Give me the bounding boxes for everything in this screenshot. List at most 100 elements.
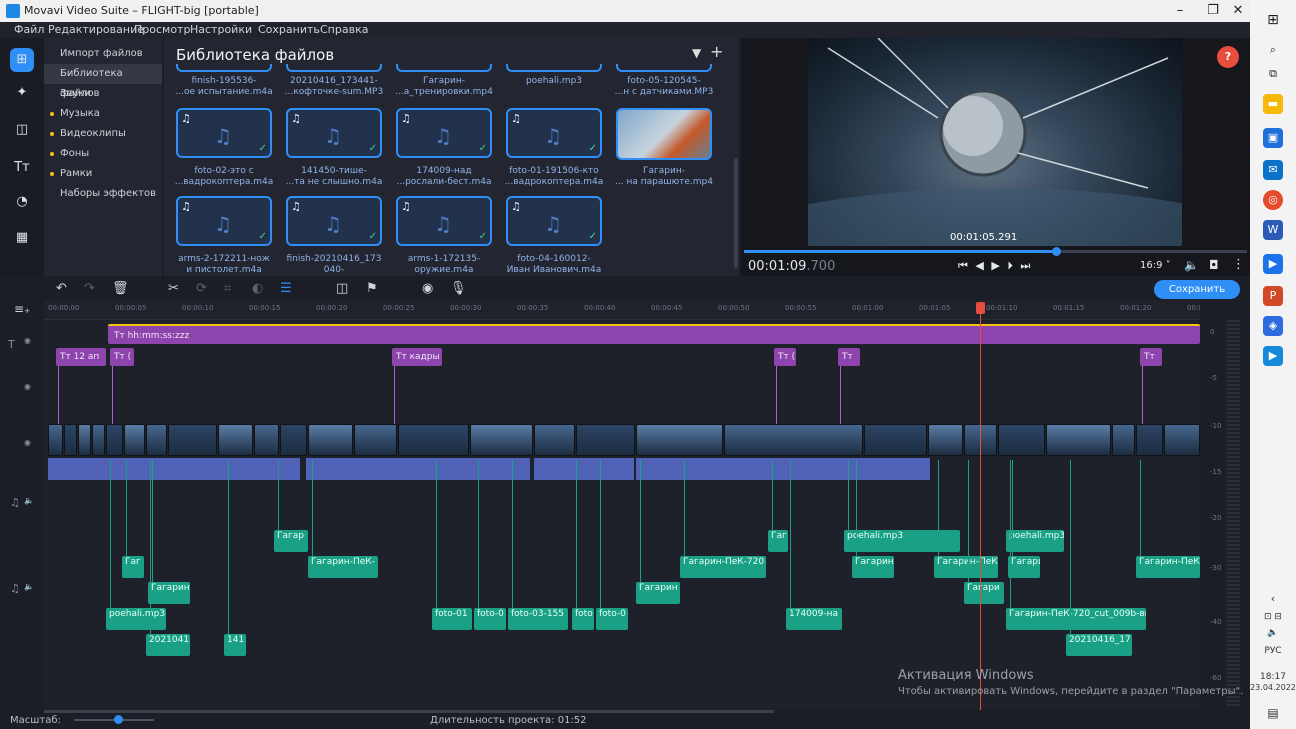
add-track-icon[interactable]: ≡₊	[14, 302, 30, 316]
transitions-tool-icon[interactable]: ◫	[10, 118, 34, 142]
video-clip[interactable]	[928, 424, 963, 456]
audio-clip[interactable]: foto-0	[474, 608, 506, 630]
library-audio-tile[interactable]: ♫ ♫ ✓	[396, 196, 492, 246]
library-audio-tile[interactable]: ♫ ♫ ✓	[286, 196, 382, 246]
audio-clip[interactable]: foto-03-155	[508, 608, 568, 630]
playhead-handle[interactable]	[976, 302, 985, 314]
category-music[interactable]: Музыка	[44, 104, 162, 124]
library-video-tile[interactable]	[616, 108, 712, 160]
audio-clip[interactable]: poehali.mp3	[106, 608, 166, 630]
video-clip[interactable]	[64, 424, 77, 456]
crop-icon[interactable]: ⌗	[224, 281, 231, 296]
audio-clip[interactable]: Гагарин-ПеК	[934, 556, 998, 578]
audio-clip[interactable]: 174009-нa	[786, 608, 842, 630]
voiceover-icon[interactable]: 🎙	[450, 281, 467, 296]
category-import[interactable]: Импорт файлов	[44, 44, 162, 64]
category-videoclips[interactable]: Видеоклипы	[44, 124, 162, 144]
store-icon[interactable]: ▣	[1263, 128, 1283, 148]
clock-date[interactable]: 23.04.2022	[1250, 683, 1296, 692]
save-button[interactable]: Сохранить	[1154, 280, 1240, 299]
video-clip[interactable]	[576, 424, 635, 456]
overlay-track-visibility-icon[interactable]: ◉	[24, 382, 31, 391]
video-preview[interactable]: 00:01:05.291	[808, 38, 1182, 246]
clock-time[interactable]: 18:17	[1250, 672, 1296, 682]
category-effect-sets[interactable]: Наборы эффектов	[44, 184, 162, 204]
more-tools-icon[interactable]: ▦	[10, 226, 34, 250]
title-clip[interactable]: Tт 12 ап	[56, 348, 106, 366]
audio-clip[interactable]: poehali.mp3	[844, 530, 960, 552]
filter-icon[interactable]: ▼	[692, 46, 701, 60]
timeline-ruler[interactable]: 00:00:00 00:00:05 00:00:10 00:00:15 00:00:20…	[44, 300, 1203, 320]
video-clip[interactable]	[218, 424, 253, 456]
audio-clip[interactable]: Гагарин-ПеК-720	[680, 556, 766, 578]
audio-clip[interactable]: 20210416_17	[1066, 634, 1132, 656]
video-clip[interactable]	[254, 424, 279, 456]
color-icon[interactable]: ◐	[252, 281, 263, 296]
library-audio-tile[interactable]: ♫ ♫ ✓	[506, 108, 602, 158]
title-clip[interactable]: Tт кадры	[392, 348, 442, 366]
library-tile-partial[interactable]	[176, 64, 272, 72]
more-menu-icon[interactable]: ⋮	[1232, 257, 1245, 272]
library-audio-tile[interactable]: ♫ ♫ ✓	[176, 108, 272, 158]
rotate-icon[interactable]: ⟳	[196, 281, 207, 296]
mail-icon[interactable]: ✉	[1263, 160, 1283, 180]
video-clip[interactable]	[1112, 424, 1135, 456]
menu-edit[interactable]: Редактирование	[48, 23, 144, 36]
skip-start-icon[interactable]: ⏮	[958, 259, 970, 272]
video-clip[interactable]	[168, 424, 217, 456]
webcam-icon[interactable]: ◉	[422, 281, 433, 296]
video-clip[interactable]	[864, 424, 927, 456]
library-tile-partial[interactable]	[616, 64, 712, 72]
chrome-icon[interactable]: ◎	[1263, 190, 1283, 210]
video-clip[interactable]	[78, 424, 91, 456]
import-tool-icon[interactable]: ⊞	[10, 48, 34, 72]
marker-icon[interactable]: ⚑	[366, 281, 378, 296]
library-tile-partial[interactable]	[506, 64, 602, 72]
video-clip[interactable]	[1136, 424, 1163, 456]
timeline-scrollbar[interactable]	[44, 710, 774, 713]
undo-icon[interactable]: ↶	[56, 281, 67, 296]
audio-clip[interactable]: foto-01	[432, 608, 472, 630]
aspect-ratio-select[interactable]: 16:9 ˅	[1140, 260, 1171, 271]
cut-icon[interactable]: ✂	[168, 281, 179, 296]
delete-icon[interactable]: 🗑	[112, 281, 129, 296]
skip-end-icon[interactable]: ⏭	[1020, 259, 1032, 272]
audio-clip[interactable]: 141	[224, 634, 246, 656]
video-clip[interactable]	[998, 424, 1045, 456]
library-audio-tile[interactable]: ♫ ♫ ✓	[506, 196, 602, 246]
audio-clip[interactable]: foto	[572, 608, 594, 630]
stickers-tool-icon[interactable]: ◔	[10, 190, 34, 214]
movavi-icon[interactable]: ▶	[1263, 254, 1283, 274]
start-icon[interactable]: ⊞	[1263, 10, 1283, 30]
search-icon[interactable]: ⌕	[1263, 40, 1283, 60]
video-clip[interactable]	[106, 424, 123, 456]
timeline-tracks[interactable]: Tт hh:mm:ss:zzz Tт 12 ап Tт (Tт кадры Tт (T…	[44, 320, 1200, 710]
library-audio-tile[interactable]: ♫ ♫ ✓	[176, 196, 272, 246]
word-icon[interactable]: W	[1263, 220, 1283, 240]
category-library[interactable]: Библиотека файлов	[44, 64, 162, 99]
library-audio-tile[interactable]: ♫ ♫ ✓	[286, 108, 382, 158]
menu-settings[interactable]: Настройки	[190, 23, 252, 36]
title-clip[interactable]: Tт hh:mm:ss:zzz	[108, 324, 1200, 344]
video-clip[interactable]	[1164, 424, 1200, 456]
notifications-icon[interactable]: ▤	[1250, 706, 1296, 720]
video-clip[interactable]	[280, 424, 307, 456]
category-backgrounds[interactable]: Фоны	[44, 144, 162, 164]
app-icon-blue[interactable]: ◈	[1263, 316, 1283, 336]
audio-clip[interactable]: Гагарин	[148, 582, 190, 604]
audio-clip[interactable]: Гагар	[274, 530, 308, 552]
overlay-icon[interactable]: ◫	[336, 281, 348, 296]
playhead[interactable]	[980, 302, 981, 710]
audio-clip[interactable]: poehali.mp3	[1006, 530, 1064, 552]
menu-help[interactable]: Справка	[320, 23, 368, 36]
library-scrollbar[interactable]	[734, 158, 738, 268]
effects-tool-icon[interactable]: ✦	[10, 81, 34, 105]
video-clip[interactable]	[308, 424, 353, 456]
audio-clip[interactable]: Гагарин-ПеК-720_cut_009b-вы	[1006, 608, 1146, 630]
adjust-icon[interactable]: ☰	[280, 281, 292, 296]
audio-clip[interactable]: Гагарин-ПеК	[1136, 556, 1200, 578]
snapshot-icon[interactable]: ◘	[1209, 258, 1219, 272]
video-clip[interactable]	[92, 424, 105, 456]
video-clip[interactable]	[124, 424, 145, 456]
audio-clip[interactable]: foto-0	[596, 608, 628, 630]
